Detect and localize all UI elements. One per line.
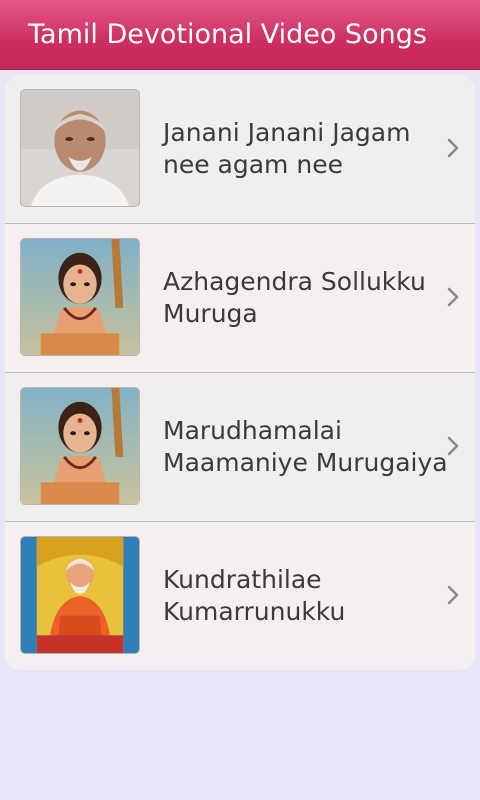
chevron-right-icon bbox=[445, 136, 461, 160]
song-thumbnail-3 bbox=[20, 387, 140, 505]
app-title: Tamil Devotional Video Songs bbox=[28, 19, 427, 50]
app-header: Tamil Devotional Video Songs bbox=[0, 0, 480, 70]
song-row-3[interactable]: Marudhamalai Maamaniye Murugaiya bbox=[5, 373, 475, 521]
song-row-1[interactable]: Janani Janani Jagam nee agam nee bbox=[5, 75, 475, 223]
song-row-4[interactable]: Kundrathilae Kumarrunukku bbox=[5, 522, 475, 670]
song-title-3: Marudhamalai Maamaniye Murugaiya bbox=[163, 416, 448, 477]
chevron-right-icon bbox=[445, 583, 461, 607]
song-thumbnail-2 bbox=[20, 238, 140, 356]
song-title-2: Azhagendra Sollukku Muruga bbox=[163, 267, 426, 328]
song-row-2[interactable]: Azhagendra Sollukku Muruga bbox=[5, 224, 475, 372]
song-title-4: Kundrathilae Kumarrunukku bbox=[163, 565, 346, 626]
chevron-right-icon bbox=[445, 285, 461, 309]
song-thumbnail-1 bbox=[20, 89, 140, 207]
chevron-right-icon bbox=[445, 434, 461, 458]
song-title-1: Janani Janani Jagam nee agam nee bbox=[163, 118, 411, 179]
song-list: Janani Janani Jagam nee agam nee Azhagen… bbox=[5, 75, 475, 670]
song-thumbnail-4 bbox=[20, 536, 140, 654]
